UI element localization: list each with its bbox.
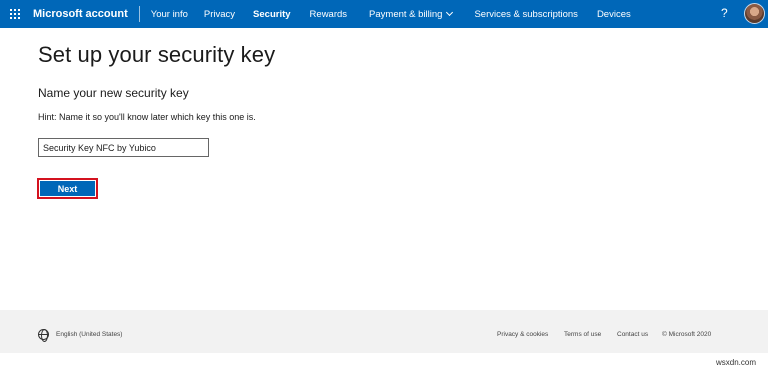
nav-privacy[interactable]: Privacy bbox=[204, 0, 235, 28]
globe-icon bbox=[38, 329, 49, 342]
terms-of-use-link[interactable]: Terms of use bbox=[564, 331, 601, 338]
privacy-cookies-link[interactable]: Privacy & cookies bbox=[497, 331, 548, 338]
security-key-name-input[interactable] bbox=[38, 138, 209, 157]
watermark-text: wsxdn.com bbox=[716, 358, 757, 367]
next-button[interactable]: Next bbox=[40, 181, 95, 196]
locale-link[interactable]: English (United States) bbox=[56, 331, 122, 338]
copyright-text: © Microsoft 2020 bbox=[662, 331, 712, 338]
nav-services-subscriptions[interactable]: Services & subscriptions bbox=[474, 0, 577, 28]
nav-your-info[interactable]: Your info bbox=[151, 0, 188, 28]
section-heading: Name your new security key bbox=[38, 86, 189, 100]
brand-link[interactable]: Microsoft account bbox=[33, 8, 128, 20]
nav-devices[interactable]: Devices bbox=[597, 0, 631, 28]
nav-security[interactable]: Security bbox=[253, 0, 291, 28]
page-title: Set up your security key bbox=[38, 42, 276, 67]
nav-payment-billing[interactable]: Payment & billing bbox=[369, 0, 454, 28]
top-nav-bar: Microsoft account Your info Privacy Secu… bbox=[0, 0, 768, 28]
nav-rewards[interactable]: Rewards bbox=[310, 0, 348, 28]
footer: English (United States) Privacy & cookie… bbox=[0, 310, 768, 353]
help-icon[interactable]: ? bbox=[721, 6, 728, 20]
hint-text: Hint: Name it so you'll know later which… bbox=[38, 112, 256, 122]
app-launcher-icon[interactable] bbox=[0, 0, 30, 28]
contact-us-link[interactable]: Contact us bbox=[617, 331, 648, 338]
nav-payment-billing-label: Payment & billing bbox=[369, 8, 443, 20]
chevron-down-icon bbox=[446, 8, 454, 17]
main-nav: Your info Privacy Security Rewards Payme… bbox=[140, 0, 631, 28]
avatar[interactable] bbox=[744, 3, 765, 24]
bottom-strip bbox=[0, 353, 768, 374]
